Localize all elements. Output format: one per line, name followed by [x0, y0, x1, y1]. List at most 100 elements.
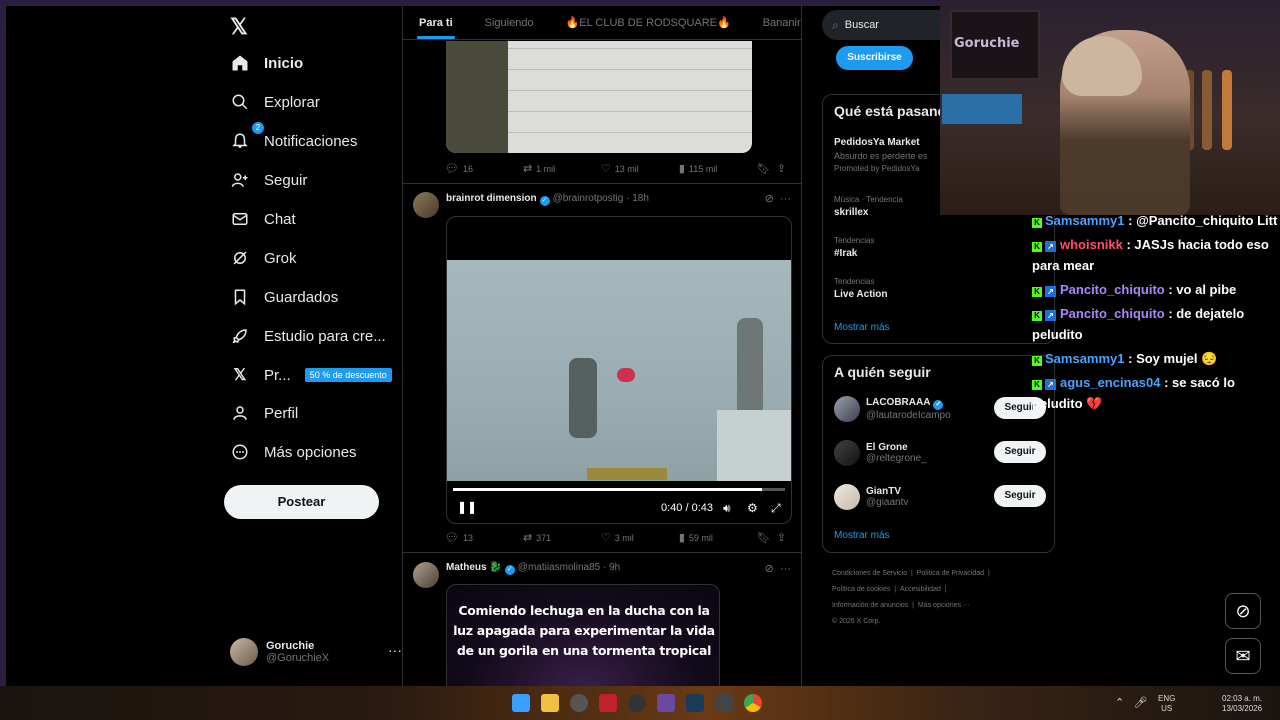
promoted-trend[interactable]: PedidosYa Market Absurdo es perderte es … — [834, 137, 928, 173]
app-icon[interactable] — [599, 694, 617, 712]
author-name[interactable]: Matheus — [446, 562, 487, 573]
follow-suggestion[interactable]: GianTV @giaantv Seguir — [834, 482, 1046, 512]
app-icon[interactable] — [628, 694, 646, 712]
chart-icon: ▮ — [678, 163, 685, 175]
sub-badge-icon: ↗ — [1045, 379, 1056, 390]
trend-item[interactable]: Tendencias Live Action — [834, 277, 888, 300]
tab-bananirou[interactable]: Bananirou — [747, 6, 801, 39]
author-handle[interactable]: @matiiasmolina85 — [518, 562, 600, 573]
repost-button[interactable]: ⇄ 1 mil — [523, 162, 601, 175]
volume-icon[interactable]: 🔊︎ — [723, 501, 731, 516]
tab-club-rodsquare[interactable]: 🔥EL CLUB DE RODSQUARE🔥 — [550, 6, 747, 39]
author-handle[interactable]: @brainrotpostig — [553, 193, 624, 204]
more-icon[interactable]: ··· — [388, 642, 402, 658]
nav-item-follow[interactable]: Seguir — [230, 165, 405, 195]
steam-icon[interactable] — [686, 694, 704, 712]
grok-icon[interactable]: ⊘ — [765, 193, 774, 205]
share-icon: ⇪ — [776, 163, 787, 175]
footer-link[interactable]: Información de anuncios — [832, 602, 908, 609]
reply-button[interactable]: 💬︎ 13 — [445, 531, 523, 544]
file-explorer-icon[interactable] — [541, 694, 559, 712]
views-button[interactable]: ▮ 115 mil — [679, 162, 757, 175]
chat-message: K ↗ Pancito_chiquito : vo al pibe — [1032, 279, 1280, 300]
share-icon: ⇪ — [776, 532, 787, 544]
footer-link[interactable]: Condiciones de Servicio — [832, 570, 907, 577]
taskbar-clock[interactable]: 02:03 a. m. 13/03/2026 — [1222, 694, 1262, 714]
nav-item-creator-studio[interactable]: Estudio para cre... — [230, 321, 405, 351]
nav-label: Más opciones — [264, 443, 357, 461]
nav-item-bookmarks[interactable]: Guardados — [230, 282, 405, 312]
more-icon[interactable]: ··· — [780, 563, 791, 575]
nav-item-notifications[interactable]: 2 Notificaciones — [230, 122, 405, 156]
video-player[interactable]: ❚❚ 0:40 / 0:43 🔊︎ ⚙ ⤢ — [446, 216, 792, 524]
grok-icon[interactable]: ⊘ — [765, 563, 774, 575]
x-logo-icon[interactable]: 𝕏 — [230, 14, 248, 40]
bookmark-button[interactable]: 🔖︎ — [757, 162, 777, 175]
obs-icon[interactable] — [570, 694, 588, 712]
reply-button[interactable]: 💬︎ 16 — [445, 162, 523, 175]
nav-item-profile[interactable]: Perfil — [230, 398, 405, 428]
nav-item-grok[interactable]: Grok — [230, 243, 405, 273]
copyright: © 2026 X Corp. — [832, 618, 881, 625]
post-button[interactable]: Postear — [224, 485, 379, 519]
account-name: Goruchie — [266, 640, 315, 652]
follow-suggestion[interactable]: LACOBRAAA ✓ @lautarodeIcampo Seguir — [834, 394, 1046, 424]
share-button[interactable]: ⇪ — [777, 162, 790, 175]
show-more-link[interactable]: Mostrar más — [834, 530, 890, 541]
show-more-link[interactable]: Mostrar más — [834, 322, 890, 333]
grok-icon[interactable]: ⊘ — [1225, 593, 1261, 629]
video-progress-bar[interactable] — [453, 488, 785, 491]
footer-link[interactable]: Política de cookies — [832, 586, 890, 593]
nav-item-home[interactable]: Inicio — [230, 48, 405, 78]
nav-item-explore[interactable]: Explorar — [230, 87, 405, 117]
meme-line: de un gorila en una tormenta tropical — [456, 643, 712, 658]
search-icon — [230, 92, 250, 112]
app-icon[interactable] — [715, 694, 733, 712]
post-image[interactable]: Comiendo lechuga en la ducha con la luz … — [446, 584, 720, 686]
nav-label: Notificaciones — [264, 132, 358, 150]
tab-for-you[interactable]: Para ti — [403, 6, 469, 39]
nav-item-premium[interactable]: 𝕏 Pr... 50 % de descuento — [230, 360, 405, 390]
settings-icon[interactable]: ⚙ — [747, 501, 758, 515]
footer-link[interactable]: Más opciones ··· — [918, 602, 970, 609]
follow-suggestion[interactable]: El Grone @reltegrone_ Seguir — [834, 438, 1046, 468]
kick-badge-icon: K — [1032, 287, 1042, 297]
pause-icon[interactable]: ❚❚ — [457, 500, 477, 514]
bookmark-button[interactable]: 🔖︎ — [757, 531, 777, 544]
trend-item[interactable]: Música · Tendencia skrillex — [834, 195, 903, 218]
system-tray[interactable]: ⌃ 🎤︎ — [1115, 696, 1147, 709]
video-progress-fill — [453, 488, 762, 491]
share-button[interactable]: ⇪ — [777, 531, 790, 544]
windows-start-icon[interactable] — [512, 694, 530, 712]
nav-item-chat[interactable]: Chat — [230, 204, 405, 234]
fullscreen-icon[interactable]: ⤢ — [771, 501, 781, 516]
chrome-icon[interactable] — [744, 694, 762, 712]
avatar[interactable] — [413, 192, 439, 218]
post-image[interactable] — [446, 41, 752, 153]
video-figure — [617, 368, 635, 382]
views-button[interactable]: ▮ 59 mil — [679, 531, 757, 544]
app-icon[interactable] — [657, 694, 675, 712]
reply-count: 13 — [462, 532, 473, 543]
like-button[interactable]: ♡ 13 mil — [601, 162, 679, 175]
trend-item[interactable]: Tendencias #Irak — [834, 236, 874, 259]
nav-item-more-options[interactable]: Más opciones — [230, 437, 405, 467]
author-name[interactable]: brainrot dimension — [446, 193, 537, 204]
avatar[interactable] — [413, 562, 439, 588]
like-button[interactable]: ♡ 3 mil — [601, 531, 679, 544]
trend-title: skrillex — [834, 207, 869, 218]
repost-button[interactable]: ⇄ 371 — [523, 531, 601, 544]
video-figure — [569, 358, 597, 438]
footer-link[interactable]: Política de Privacidad — [917, 570, 984, 577]
view-count: 59 mil — [688, 532, 713, 543]
follow-button[interactable]: Seguir — [994, 441, 1046, 463]
follow-button[interactable]: Seguir — [994, 485, 1046, 507]
language-indicator[interactable]: ENG US — [1158, 694, 1175, 714]
mail-icon[interactable]: ✉ — [1225, 638, 1261, 674]
account-switcher[interactable]: Goruchie @GoruchieX ··· — [230, 634, 402, 670]
more-icon[interactable]: ··· — [780, 193, 791, 205]
footer-link[interactable]: Accesibilidad — [900, 586, 941, 593]
tab-following[interactable]: Siguiendo — [469, 6, 550, 39]
video-frame[interactable] — [447, 260, 791, 481]
subscribe-button[interactable]: Suscribirse — [836, 46, 913, 70]
